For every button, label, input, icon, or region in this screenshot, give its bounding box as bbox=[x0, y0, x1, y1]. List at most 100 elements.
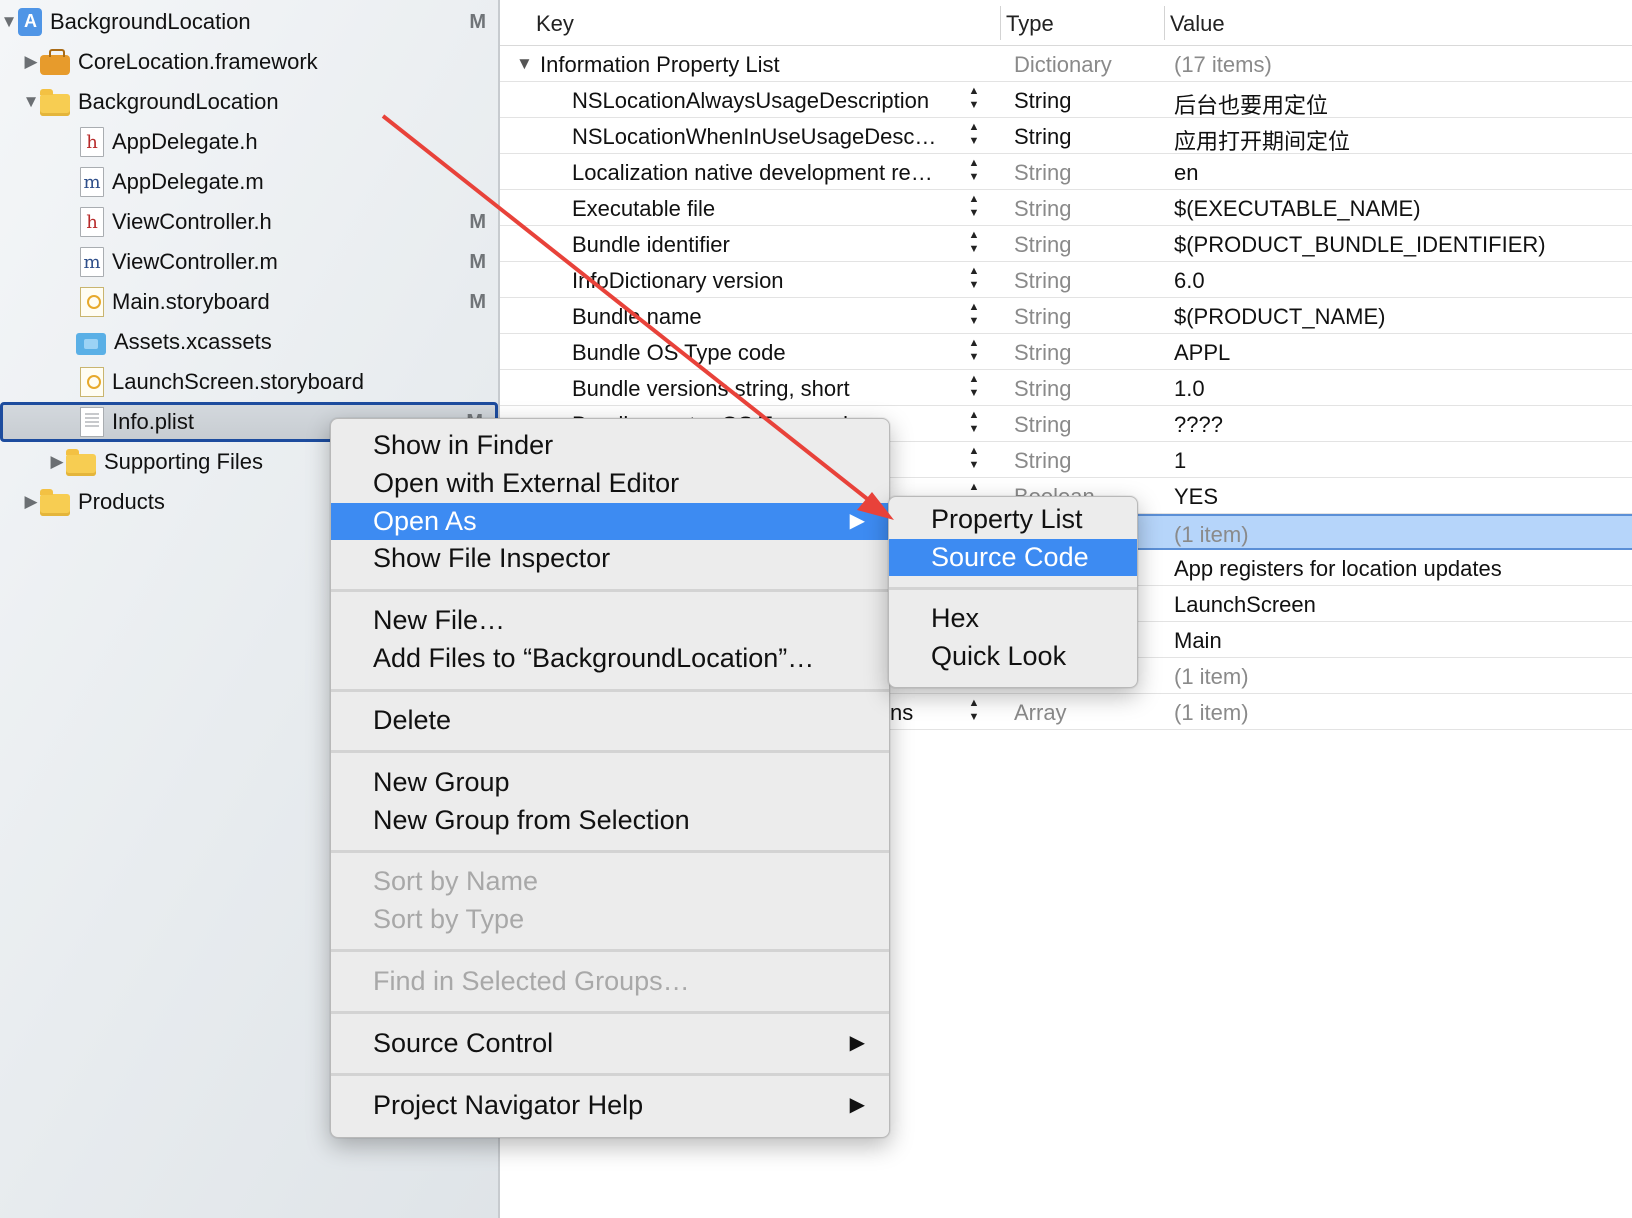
plist-type[interactable]: String bbox=[1014, 160, 1071, 186]
nav-item-viewcontroller-m[interactable]: m ViewController.m M bbox=[0, 242, 498, 282]
menu-item-delete[interactable]: Delete bbox=[331, 702, 889, 739]
plist-value[interactable]: (1 item) bbox=[1174, 664, 1249, 690]
plist-value[interactable]: (1 item) bbox=[1174, 522, 1249, 548]
plist-row[interactable]: Bundle versions string, short ▲ ▼ String 1.0 bbox=[500, 370, 1632, 406]
type-stepper-icon[interactable]: ▲▼ bbox=[966, 192, 982, 220]
plist-value[interactable]: ???? bbox=[1174, 412, 1223, 438]
disclosure-closed-icon[interactable]: ▶ bbox=[48, 452, 66, 472]
disclosure-closed-icon[interactable]: ▶ bbox=[22, 492, 40, 512]
plist-value[interactable]: APPL bbox=[1174, 340, 1230, 366]
type-stepper-icon[interactable]: ▲▼ bbox=[966, 372, 982, 400]
plist-key[interactable]: Bundle OS Type code bbox=[572, 340, 962, 366]
plist-root-row[interactable]: ▼ Information Property List Dictionary (… bbox=[500, 46, 1632, 82]
plist-value[interactable]: 应用打开期间定位 bbox=[1174, 124, 1350, 156]
nav-item-label: AppDelegate.m bbox=[112, 169, 264, 194]
plist-key[interactable]: NSLocationWhenInUseUsageDesc… bbox=[572, 124, 962, 150]
type-stepper-icon[interactable]: ▲▼ bbox=[966, 228, 982, 256]
plist-key[interactable]: Bundle name bbox=[572, 304, 962, 330]
menu-item-show-in-finder[interactable]: Show in Finder bbox=[331, 427, 889, 464]
plist-key[interactable]: NSLocationAlwaysUsageDescription bbox=[572, 88, 962, 114]
plist-key[interactable]: Executable file bbox=[572, 196, 962, 222]
plist-value[interactable]: 6.0 bbox=[1174, 268, 1205, 294]
column-header-type[interactable]: Type bbox=[1000, 0, 1164, 46]
type-stepper-icon[interactable]: ▲▼ bbox=[966, 120, 982, 148]
nav-item-launchscreen[interactable]: LaunchScreen.storyboard bbox=[0, 362, 498, 402]
submenu-item-hex[interactable]: Hex bbox=[889, 600, 1137, 637]
plist-row[interactable]: NSLocationAlwaysUsageDescription ▲ ▼ String… bbox=[500, 82, 1632, 118]
nav-item-appdelegate-m[interactable]: m AppDelegate.m bbox=[0, 162, 498, 202]
submenu-item-property-list[interactable]: Property List bbox=[889, 501, 1137, 538]
plist-value[interactable]: LaunchScreen bbox=[1174, 592, 1316, 618]
type-stepper-icon[interactable]: ▲▼ bbox=[966, 156, 982, 184]
plist-type[interactable]: Array bbox=[1014, 700, 1067, 726]
plist-key[interactable]: InfoDictionary version bbox=[572, 268, 962, 294]
plist-value[interactable]: YES bbox=[1174, 484, 1218, 510]
plist-value[interactable]: 1 bbox=[1174, 448, 1186, 474]
menu-item-navigator-help[interactable]: Project Navigator Help ▶ bbox=[331, 1087, 889, 1124]
plist-value[interactable]: 1.0 bbox=[1174, 376, 1205, 402]
plist-row[interactable]: Bundle OS Type code ▲ ▼ String APPL bbox=[500, 334, 1632, 370]
menu-item-open-external-editor[interactable]: Open with External Editor bbox=[331, 465, 889, 502]
type-stepper-icon[interactable]: ▲▼ bbox=[966, 84, 982, 112]
plist-type[interactable]: String bbox=[1014, 124, 1071, 150]
nav-item-main-storyboard[interactable]: Main.storyboard M bbox=[0, 282, 498, 322]
column-header-value[interactable]: Value bbox=[1164, 0, 1632, 46]
disclosure-closed-icon[interactable]: ▶ bbox=[22, 52, 40, 72]
plist-value[interactable]: (1 item) bbox=[1174, 700, 1249, 726]
menu-item-add-files[interactable]: Add Files to “BackgroundLocation”… bbox=[331, 640, 889, 677]
menu-item-new-file[interactable]: New File… bbox=[331, 602, 889, 639]
plist-row[interactable]: Bundle identifier ▲ ▼ String $(PRODUCT_BUNDL… bbox=[500, 226, 1632, 262]
plist-value[interactable]: $(EXECUTABLE_NAME) bbox=[1174, 196, 1421, 222]
plist-row[interactable]: NSLocationWhenInUseUsageDesc… ▲ ▼ String 应用打… bbox=[500, 118, 1632, 154]
plist-type[interactable]: String bbox=[1014, 196, 1071, 222]
plist-value[interactable]: $(PRODUCT_BUNDLE_IDENTIFIER) bbox=[1174, 232, 1546, 258]
disclosure-open-icon[interactable]: ▼ bbox=[0, 12, 18, 32]
nav-item-appdelegate-h[interactable]: h AppDelegate.h bbox=[0, 122, 498, 162]
plist-row[interactable]: Localization native development re… ▲ ▼ Str… bbox=[500, 154, 1632, 190]
type-stepper-icon[interactable]: ▲▼ bbox=[966, 264, 982, 292]
menu-item-open-as[interactable]: Open As ▶ bbox=[331, 503, 889, 540]
submenu-item-source-code[interactable]: Source Code bbox=[889, 539, 1137, 576]
plist-type[interactable]: String bbox=[1014, 268, 1071, 294]
plist-row[interactable]: Bundle name ▲ ▼ String $(PRODUCT_NAME) bbox=[500, 298, 1632, 334]
disclosure-open-icon[interactable]: ▼ bbox=[22, 92, 40, 112]
plist-value[interactable]: Main bbox=[1174, 628, 1222, 654]
plist-type[interactable]: String bbox=[1014, 412, 1071, 438]
type-stepper-icon[interactable]: ▲▼ bbox=[966, 336, 982, 364]
plist-type[interactable]: String bbox=[1014, 304, 1071, 330]
nav-item-assets[interactable]: Assets.xcassets bbox=[0, 322, 498, 362]
menu-item-new-group-from-selection[interactable]: New Group from Selection bbox=[331, 802, 889, 839]
plist-key[interactable]: Bundle identifier bbox=[572, 232, 962, 258]
nav-group-backgroundlocation[interactable]: ▼ BackgroundLocation bbox=[0, 82, 498, 122]
plist-value[interactable]: App registers for location updates bbox=[1174, 556, 1502, 582]
column-header-key[interactable]: Key bbox=[530, 0, 1000, 46]
plist-value[interactable]: 后台也要用定位 bbox=[1174, 88, 1328, 120]
type-stepper-icon[interactable]: ▲▼ bbox=[966, 300, 982, 328]
menu-separator bbox=[331, 689, 889, 692]
plist-row[interactable]: InfoDictionary version ▲ ▼ String 6.0 bbox=[500, 262, 1632, 298]
plist-key[interactable]: Localization native development re… bbox=[572, 160, 962, 186]
type-stepper-icon[interactable]: ▲▼ bbox=[966, 444, 982, 472]
plist-type[interactable]: String bbox=[1014, 340, 1071, 366]
plist-value[interactable]: en bbox=[1174, 160, 1198, 186]
plist-row[interactable]: Executable file ▲ ▼ String $(EXECUTABLE_NAME… bbox=[500, 190, 1632, 226]
nav-item-viewcontroller-h[interactable]: h ViewController.h M bbox=[0, 202, 498, 242]
menu-item-show-file-inspector[interactable]: Show File Inspector bbox=[331, 540, 889, 577]
type-stepper-icon[interactable]: ▲▼ bbox=[966, 408, 982, 436]
disclosure-open-icon[interactable]: ▼ bbox=[516, 54, 533, 74]
nav-item-corelocation[interactable]: ▶ CoreLocation.framework bbox=[0, 42, 498, 82]
plist-value: (17 items) bbox=[1174, 52, 1272, 77]
plist-value[interactable]: $(PRODUCT_NAME) bbox=[1174, 304, 1385, 330]
plist-type[interactable]: String bbox=[1014, 376, 1071, 402]
plist-type[interactable]: String bbox=[1014, 448, 1071, 474]
menu-separator bbox=[331, 1011, 889, 1014]
plist-type[interactable]: String bbox=[1014, 88, 1071, 114]
framework-icon bbox=[40, 49, 70, 75]
nav-project-row[interactable]: ▼ BackgroundLocation M bbox=[0, 2, 498, 42]
submenu-item-quick-look[interactable]: Quick Look bbox=[889, 638, 1137, 675]
plist-key[interactable]: Bundle versions string, short bbox=[572, 376, 962, 402]
plist-type[interactable]: String bbox=[1014, 232, 1071, 258]
menu-item-new-group[interactable]: New Group bbox=[331, 764, 889, 801]
menu-item-source-control[interactable]: Source Control ▶ bbox=[331, 1025, 889, 1062]
type-stepper-icon[interactable]: ▲▼ bbox=[966, 696, 982, 724]
